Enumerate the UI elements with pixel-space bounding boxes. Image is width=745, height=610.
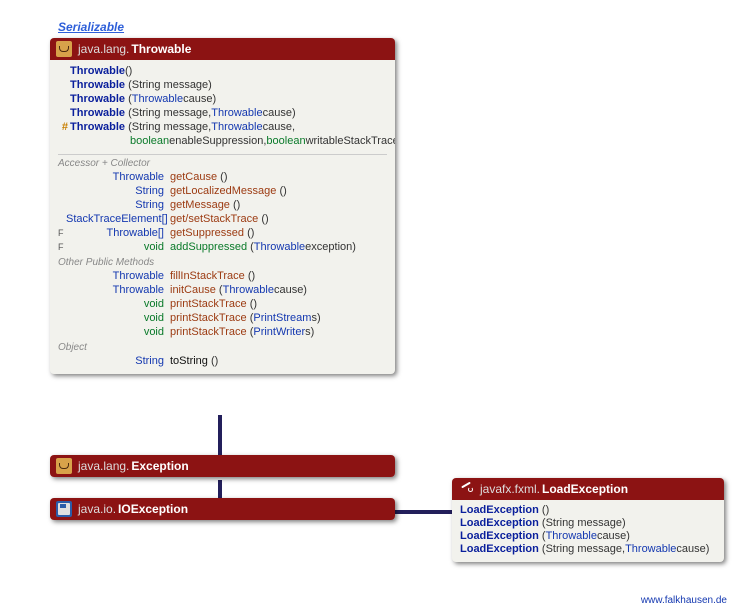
connector-ioexception-loadexception (390, 510, 455, 514)
class-body-throwable: Throwable () Throwable (String message) … (50, 60, 395, 374)
ctor-row: Throwable () (58, 64, 387, 78)
method-row: F Throwable[] getSuppressed () (58, 226, 387, 240)
coffee-icon (56, 458, 72, 474)
class-name: Exception (131, 459, 188, 473)
section-accessor: Accessor + Collector (58, 158, 387, 169)
class-name: IOException (118, 502, 188, 516)
method-row: Throwable getCause () (58, 170, 387, 184)
wrench-icon (458, 481, 474, 497)
footer-link[interactable]: www.falkhausen.de (641, 595, 727, 606)
ctor-row: # Throwable (String message, Throwable c… (58, 120, 387, 134)
method-row: void printStackTrace ( PrintWriter s) (58, 325, 387, 339)
ctor-row: LoadException (String message, Throwable… (460, 543, 716, 556)
ctor-row: Throwable ( Throwable cause) (58, 92, 387, 106)
ctor-row: LoadException (String message) (460, 517, 716, 530)
method-row: String toString () (58, 354, 387, 368)
method-row: StackTraceElement[] get/setStackTrace () (58, 212, 387, 226)
class-name: LoadException (542, 482, 628, 496)
method-row: F void addSuppressed ( Throwable excepti… (58, 240, 387, 254)
pkg-label: javafx.fxml. (480, 482, 540, 496)
class-header-ioexception[interactable]: java.io. IOException (50, 498, 395, 520)
method-row: Throwable fillInStackTrace () (58, 269, 387, 283)
method-row: void printStackTrace ( PrintStream s) (58, 311, 387, 325)
pkg-label: java.io. (78, 502, 116, 516)
section-other: Other Public Methods (58, 257, 387, 268)
ctor-row: LoadException () (460, 504, 716, 517)
ctor-row: Throwable (String message, Throwable cau… (58, 106, 387, 120)
ctor-row-cont: boolean enableSuppression, boolean writa… (58, 134, 387, 148)
class-loadexception: javafx.fxml. LoadException LoadException… (452, 478, 724, 562)
class-body-loadexception: LoadException () LoadException (String m… (452, 500, 724, 562)
class-throwable: java.lang. Throwable Throwable () Throwa… (50, 38, 395, 374)
method-row: String getMessage () (58, 198, 387, 212)
connector-throwable-exception (218, 415, 222, 460)
ctor-row: Throwable (String message) (58, 78, 387, 92)
pkg-label: java.lang. (78, 459, 129, 473)
section-object: Object (58, 342, 387, 353)
class-ioexception: java.io. IOException (50, 498, 395, 520)
class-header-throwable[interactable]: java.lang. Throwable (50, 38, 395, 60)
disk-icon (56, 501, 72, 517)
class-header-exception[interactable]: java.lang. Exception (50, 455, 395, 477)
pkg-label: java.lang. (78, 42, 129, 56)
class-exception: java.lang. Exception (50, 455, 395, 477)
method-row: void printStackTrace () (58, 297, 387, 311)
method-row: Throwable initCause ( Throwable cause) (58, 283, 387, 297)
interface-serializable[interactable]: Serializable (58, 20, 124, 34)
class-name: Throwable (131, 42, 191, 56)
ctor-row: LoadException ( Throwable cause) (460, 530, 716, 543)
class-header-loadexception[interactable]: javafx.fxml. LoadException (452, 478, 724, 500)
coffee-icon (56, 41, 72, 57)
method-row: String getLocalizedMessage () (58, 184, 387, 198)
